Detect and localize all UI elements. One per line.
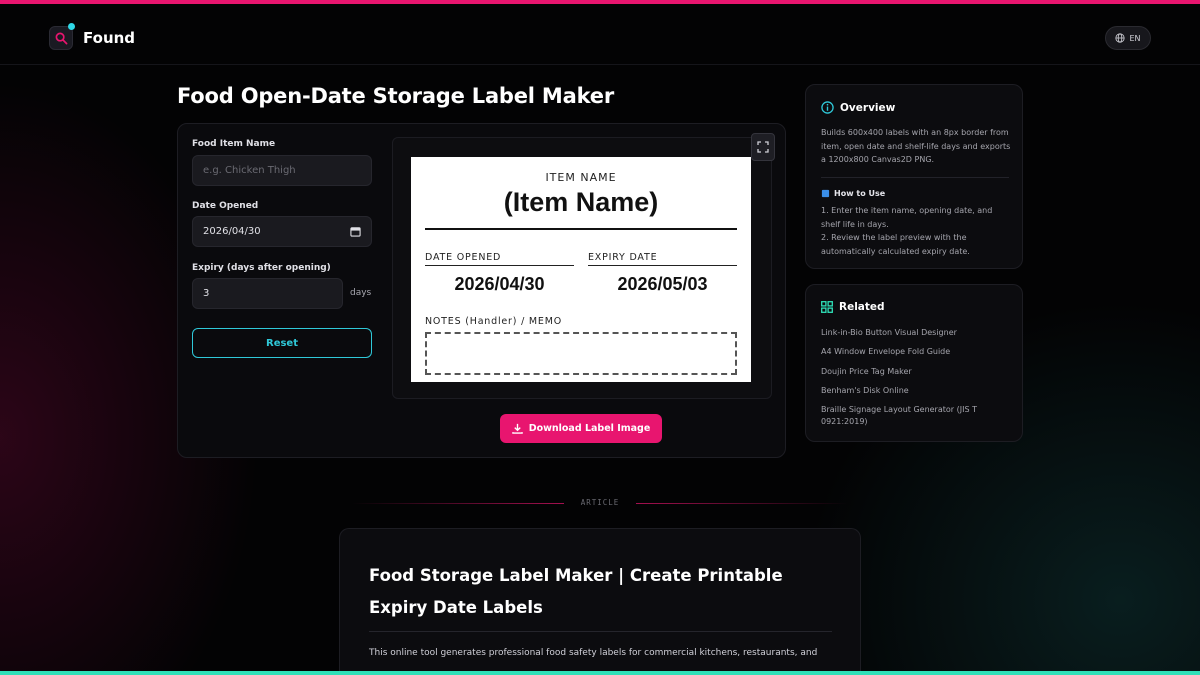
how-to-title: How to Use bbox=[834, 189, 886, 198]
expiry-unit-label: days bbox=[350, 288, 372, 298]
article-tag: ARTICLE bbox=[580, 498, 620, 507]
related-link[interactable]: Benham's Disk Online bbox=[821, 385, 1013, 397]
book-icon bbox=[821, 189, 830, 198]
food-item-placeholder: e.g. Chicken Thigh bbox=[203, 165, 296, 176]
site-header: Found EN bbox=[0, 4, 1200, 65]
label-preview: ITEM NAME (Item Name) DATE OPENED 2026/0… bbox=[411, 157, 751, 382]
how-to-title-row: How to Use bbox=[821, 189, 885, 198]
reset-button[interactable]: Reset bbox=[192, 328, 372, 358]
download-icon bbox=[511, 423, 523, 434]
label-notes-box bbox=[425, 332, 737, 375]
overview-title: Overview bbox=[840, 101, 896, 114]
search-icon bbox=[55, 32, 67, 44]
page-title: Food Open-Date Storage Label Maker bbox=[177, 84, 614, 108]
article-separator-right bbox=[636, 503, 848, 504]
related-card: Related Link-in-Bio Button Visual Design… bbox=[805, 284, 1023, 442]
grid-icon bbox=[821, 301, 833, 313]
how-to-step-2: 2. Review the label preview with the aut… bbox=[821, 233, 970, 256]
date-opened-input[interactable]: 2026/04/30 bbox=[192, 216, 372, 247]
download-label: Download Label Image bbox=[528, 423, 651, 434]
download-label-button[interactable]: Download Label Image bbox=[500, 414, 662, 443]
brand-name[interactable]: Found bbox=[83, 29, 135, 47]
related-link[interactable]: A4 Window Envelope Fold Guide bbox=[821, 346, 1013, 358]
related-link[interactable]: Link-in-Bio Button Visual Designer bbox=[821, 327, 1013, 339]
info-icon bbox=[821, 101, 834, 114]
date-opened-value: 2026/04/30 bbox=[203, 226, 261, 237]
language-switcher[interactable]: EN bbox=[1105, 26, 1151, 50]
label-expiry-value: 2026/05/03 bbox=[617, 274, 708, 294]
logo-status-dot bbox=[68, 23, 75, 30]
how-to-step-1: 1. Enter the item name, opening date, an… bbox=[821, 206, 993, 229]
label-date-opened-rule bbox=[425, 265, 574, 266]
label-notes-caption: NOTES (Handler) / MEMO bbox=[425, 316, 562, 327]
overview-description: Builds 600x400 labels with an 8px border… bbox=[821, 128, 1011, 164]
language-label: EN bbox=[1129, 33, 1141, 43]
food-item-label: Food Item Name bbox=[192, 139, 276, 149]
article-intro: This online tool generates professional … bbox=[369, 648, 818, 658]
label-item-caption: ITEM NAME bbox=[545, 171, 617, 184]
label-expiry-rule bbox=[588, 265, 737, 266]
article-separator-left bbox=[352, 503, 564, 504]
fullscreen-icon bbox=[757, 141, 769, 153]
overview-card: Overview Builds 600x400 labels with an 8… bbox=[805, 84, 1023, 269]
expiry-days-value: 3 bbox=[203, 288, 210, 299]
related-title: Related bbox=[839, 301, 885, 313]
label-item-name: (Item Name) bbox=[503, 187, 659, 217]
expiry-days-input[interactable]: 3 bbox=[192, 278, 343, 309]
overview-title-row: Overview bbox=[821, 101, 895, 114]
label-expiry-caption: EXPIRY DATE bbox=[588, 252, 658, 263]
globe-icon bbox=[1115, 33, 1126, 43]
date-opened-label: Date Opened bbox=[192, 201, 259, 211]
label-date-opened-value: 2026/04/30 bbox=[454, 274, 545, 294]
related-link[interactable]: Doujin Price Tag Maker bbox=[821, 366, 1013, 378]
overview-divider bbox=[821, 177, 1009, 178]
article-heading: Food Storage Label Maker | Create Printa… bbox=[369, 566, 783, 617]
article-divider bbox=[369, 631, 832, 632]
food-item-input[interactable]: e.g. Chicken Thigh bbox=[192, 155, 372, 186]
label-divider bbox=[425, 228, 737, 230]
bottom-accent-line bbox=[0, 671, 1200, 675]
related-link[interactable]: Braille Signage Layout Generator (JIS T … bbox=[821, 404, 1013, 428]
label-date-opened-caption: DATE OPENED bbox=[425, 252, 502, 263]
fullscreen-button[interactable] bbox=[751, 133, 775, 161]
calendar-icon[interactable] bbox=[350, 226, 361, 237]
expiry-label: Expiry (days after opening) bbox=[192, 263, 331, 273]
related-title-row: Related bbox=[821, 301, 885, 313]
article-card: Food Storage Label Maker | Create Printa… bbox=[339, 528, 861, 675]
